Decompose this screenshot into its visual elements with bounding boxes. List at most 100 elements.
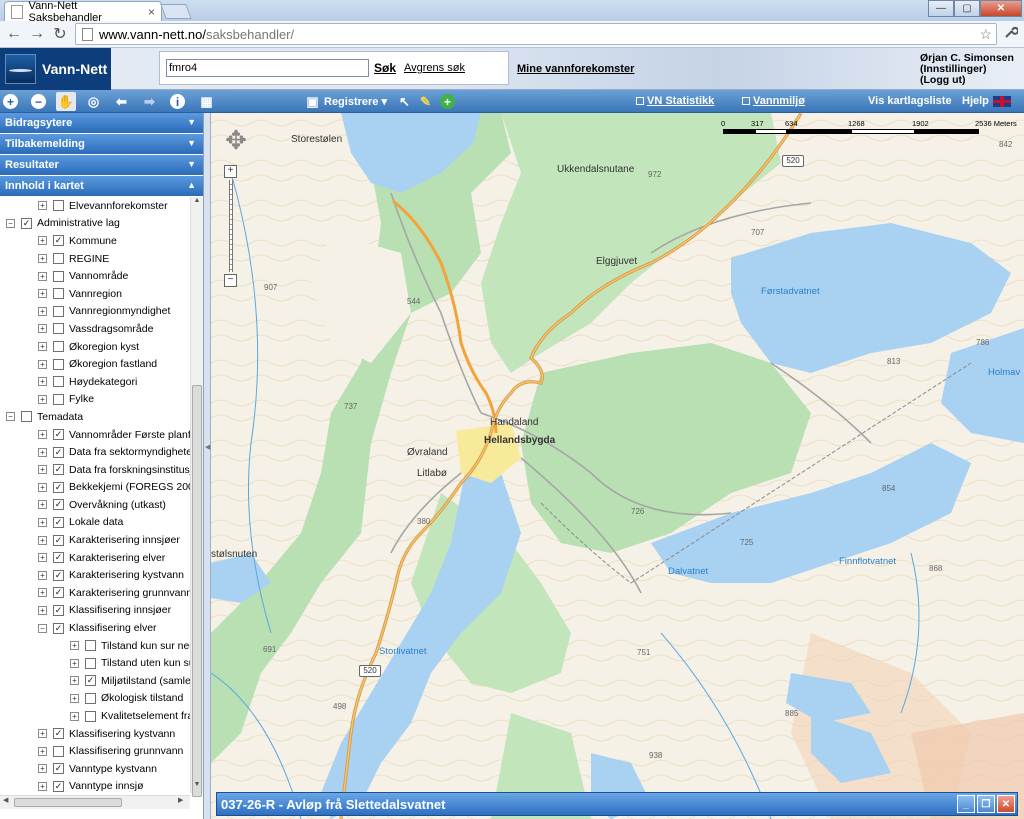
layer-checkbox[interactable]: ✓ [21,217,32,229]
layer-tree-item[interactable]: + ✓ Data fra sektormyndighete [0,443,190,461]
collapse-arrow-icon[interactable]: ◀ [205,443,210,451]
layer-tree-item[interactable]: + ✓ Overvåkning (utkast) [0,496,190,514]
add-feature-icon[interactable]: + [440,94,455,109]
layer-checkbox[interactable] [53,341,64,353]
layer-tree-item[interactable]: + Økoregion fastland [0,355,190,373]
expand-icon[interactable]: + [70,676,79,686]
layer-tree-item[interactable]: − ✓ Administrative lag [0,215,190,233]
wrench-icon[interactable] [1004,25,1019,43]
zoom-out-icon[interactable]: − [31,94,46,109]
layer-checkbox[interactable] [85,657,96,669]
layer-tree-item[interactable]: + Elvevannforekomster [0,197,190,215]
info-restore-button[interactable]: ❐ [977,795,995,813]
layer-tree-item[interactable]: + Økoregion kyst [0,338,190,356]
layer-checkbox[interactable] [53,253,64,265]
zoom-slider[interactable]: + − [224,165,238,291]
layer-tree-item[interactable]: + Økologisk tilstand [0,690,190,708]
collapse-icon[interactable]: − [6,218,15,228]
search-button[interactable]: Søk [374,61,396,75]
window-maximize-button[interactable]: ▢ [954,0,980,17]
collapse-icon[interactable]: − [38,623,47,633]
layer-tree-item[interactable]: + Vannområde [0,267,190,285]
expand-icon[interactable]: + [70,711,79,721]
layer-tree-item[interactable]: + Tilstand kun sur ned [0,637,190,655]
layer-tree-item[interactable]: + REGINE [0,250,190,268]
layer-checkbox[interactable]: ✓ [53,446,64,458]
layer-tree-vertical-scrollbar[interactable]: ▲ ▼ [190,197,203,797]
expand-icon[interactable]: + [38,746,47,756]
chevron-icon[interactable]: ▲ [187,180,196,190]
expand-icon[interactable]: + [38,377,47,387]
collapse-icon[interactable]: − [6,412,15,422]
layer-tree-item[interactable]: + Kvalitetselement fra [0,707,190,725]
layer-tree-item[interactable]: − ✓ Klassifisering elver [0,619,190,637]
chevron-icon[interactable]: ▼ [187,117,196,127]
expand-icon[interactable]: + [38,394,47,404]
tab-close-icon[interactable]: × [148,5,155,19]
layer-tree-item[interactable]: + ✓ Karakterisering elver [0,549,190,567]
layer-checkbox[interactable]: ✓ [53,429,64,441]
expand-icon[interactable]: + [38,430,47,440]
info-icon[interactable]: i [170,94,185,109]
accordion-header[interactable]: Bidragsytere ▼ [0,113,203,134]
layer-tree-item[interactable]: + Tilstand uten kun su [0,654,190,672]
layer-tree-item[interactable]: + ✓ Miljøtilstand (samlet [0,672,190,690]
print-icon[interactable]: ▦ [198,93,215,110]
expand-icon[interactable]: + [38,289,47,299]
show-layer-list-link[interactable]: Vis kartlagsliste [868,95,952,107]
expand-icon[interactable]: + [38,605,47,615]
expand-icon[interactable]: + [38,324,47,334]
layer-tree-item[interactable]: + Vannregion [0,285,190,303]
layer-checkbox[interactable]: ✓ [53,587,64,599]
layer-checkbox[interactable]: ✓ [53,534,64,546]
layer-tree-item[interactable]: + Vannregionmyndighet [0,303,190,321]
expand-icon[interactable]: + [70,641,79,651]
refine-search-link[interactable]: Avgrens søk [404,62,465,74]
next-extent-icon[interactable]: ➡ [141,93,158,110]
expand-icon[interactable]: + [38,729,47,739]
zoom-in-icon[interactable]: + [3,94,18,109]
expand-icon[interactable]: + [38,465,47,475]
vannmiljo-link[interactable]: Vannmiljø [742,95,805,107]
layer-checkbox[interactable] [53,305,64,317]
expand-icon[interactable]: + [38,271,47,281]
zoom-track[interactable] [229,180,233,272]
layer-tree-item[interactable]: + ✓ Karakterisering innsjøer [0,531,190,549]
expand-icon[interactable]: + [38,482,47,492]
chevron-icon[interactable]: ▼ [187,138,196,148]
expand-icon[interactable]: + [38,570,47,580]
expand-icon[interactable]: + [70,658,79,668]
scrollbar-thumb[interactable] [192,385,202,797]
layer-tree-item[interactable]: + Fylke [0,391,190,409]
search-input[interactable] [166,59,369,77]
expand-icon[interactable]: + [38,201,47,211]
layer-tree-item[interactable]: + ✓ Vannområder Første planfa [0,426,190,444]
layer-checkbox[interactable] [53,376,64,388]
scroll-right-icon[interactable]: ▶ [178,796,183,804]
layer-checkbox[interactable]: ✓ [53,728,64,740]
expand-icon[interactable]: + [38,535,47,545]
layer-checkbox[interactable] [21,411,32,423]
expand-icon[interactable]: + [38,781,47,791]
help-link[interactable]: Hjelp [962,95,989,107]
map-canvas[interactable]: Storestølen Ukkendalsnutane Elggjuvet Ha… [211,113,1024,819]
layer-tree-horizontal-scrollbar[interactable]: ◀ ▶ [0,795,190,809]
expand-icon[interactable]: + [38,342,47,352]
map-zoom-out-button[interactable]: − [224,274,237,287]
address-bar[interactable]: www.vann-nett.no/saksbehandler/ ☆ [75,23,997,45]
back-arrow-icon[interactable]: ← [4,24,24,44]
accordion-header[interactable]: Tilbakemelding ▼ [0,134,203,155]
zoom-extent-globe-icon[interactable]: ◎ [85,93,102,110]
new-tab-button[interactable] [160,4,192,19]
layer-checkbox[interactable]: ✓ [53,464,64,476]
layer-tree-item[interactable]: + ✓ Bekkekjemi (FOREGS 2008 [0,479,190,497]
expand-icon[interactable]: + [38,254,47,264]
layer-tree-item[interactable]: + ✓ Klassifisering innsjøer [0,602,190,620]
pan-control-icon[interactable]: ✥ [223,123,249,157]
layer-checkbox[interactable] [85,640,96,652]
forward-arrow-icon[interactable]: → [27,24,47,44]
bookmark-star-icon[interactable]: ☆ [979,26,992,43]
layer-tree-item[interactable]: + Høydekategori [0,373,190,391]
layer-checkbox[interactable]: ✓ [53,499,64,511]
feature-info-bar[interactable]: 037-26-R - Avløp frå Slettedalsvatnet _ … [216,792,1018,816]
